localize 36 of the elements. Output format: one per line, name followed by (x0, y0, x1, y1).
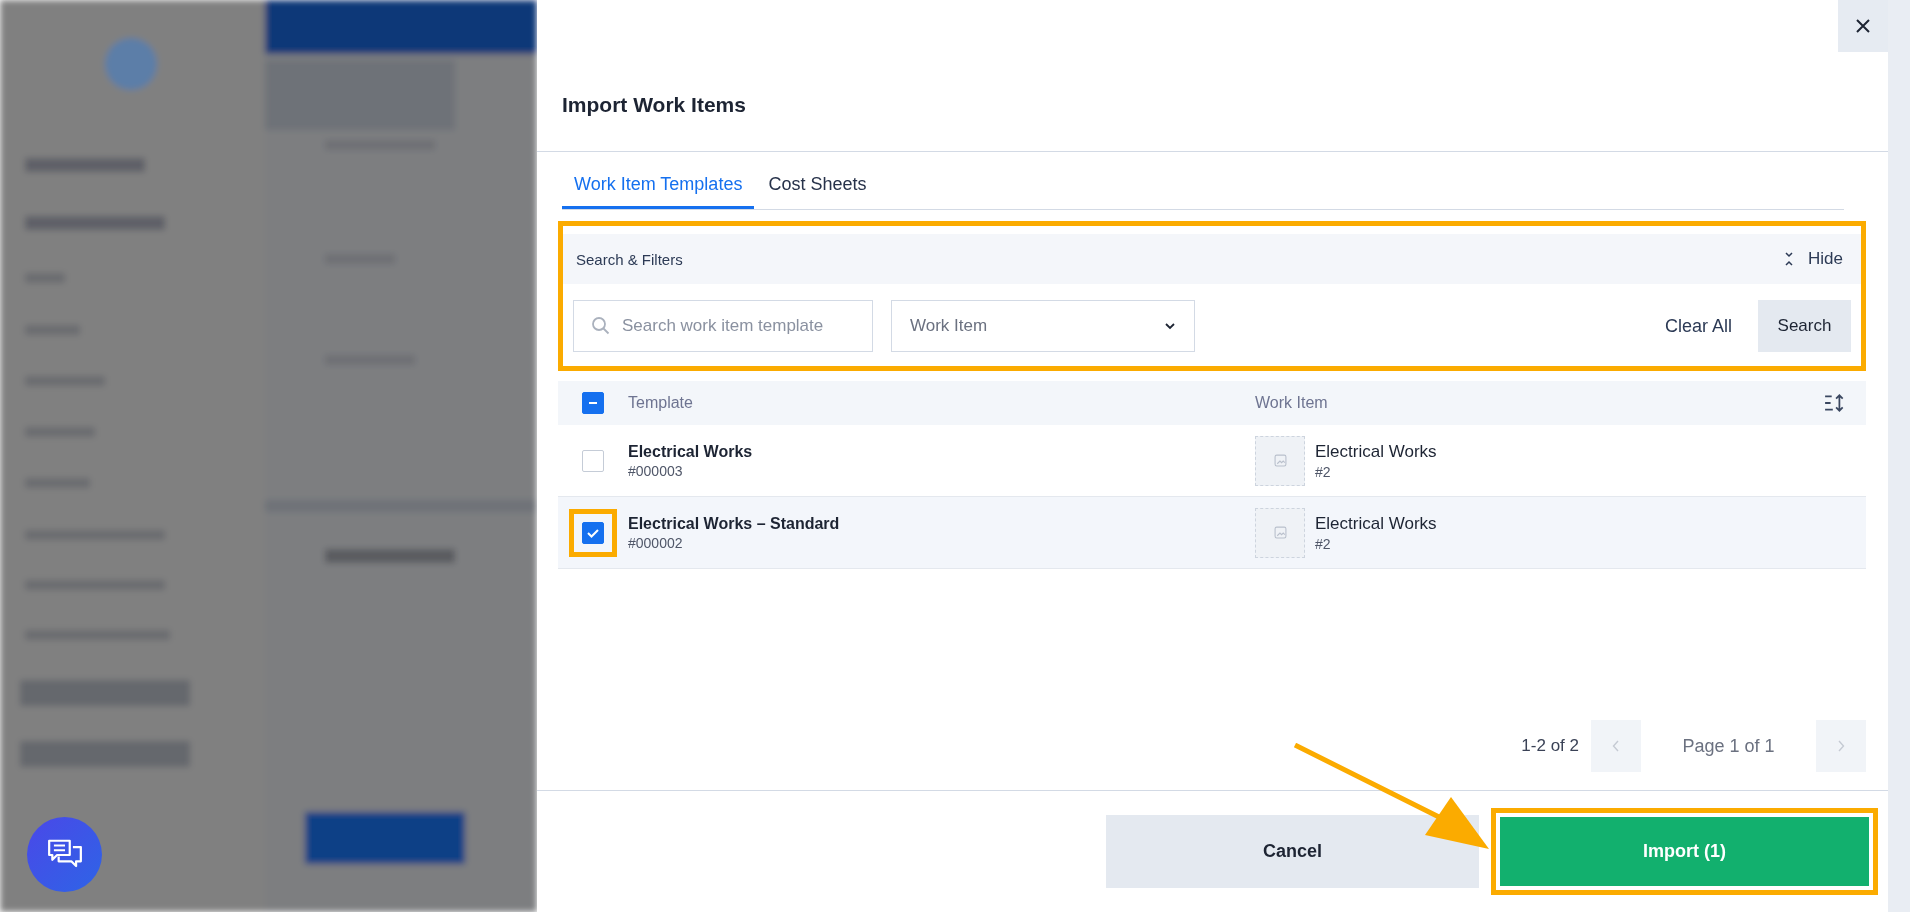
chevron-right-icon (1837, 740, 1845, 752)
table-row[interactable]: Electrical Works – Standard #000002 Electrical Works #2 (558, 497, 1866, 569)
collapse-icon (1784, 252, 1795, 266)
cancel-button[interactable]: Cancel (1106, 815, 1479, 888)
work-item-name: Electrical Works (1315, 513, 1437, 534)
work-item-dropdown[interactable]: Work Item (891, 300, 1195, 352)
chevron-down-icon (1164, 322, 1176, 330)
work-item-name: Electrical Works (1315, 441, 1437, 462)
clear-all-button[interactable]: Clear All (1656, 315, 1740, 337)
close-button[interactable] (1838, 0, 1888, 52)
template-code: #000003 (628, 462, 684, 479)
chevron-left-icon (1612, 740, 1620, 752)
search-field[interactable]: Search work item template (573, 300, 873, 352)
sort-icon (1824, 394, 1846, 412)
result-range: 1-2 of 2 (1521, 736, 1579, 756)
work-item-code: #2 (1315, 535, 1332, 552)
hide-button[interactable]: Hide (1784, 249, 1861, 269)
image-icon (1273, 454, 1287, 467)
select-all-checkbox[interactable] (582, 392, 604, 414)
tab[interactable]: Work Item Templates (562, 174, 755, 209)
row-checkbox[interactable] (582, 521, 604, 544)
column-header: Template (628, 394, 694, 412)
image-icon (1273, 526, 1287, 539)
template-code: #000002 (628, 534, 684, 551)
search-icon (591, 316, 611, 336)
work-item-code: #2 (1315, 463, 1332, 480)
minus-icon (589, 402, 597, 404)
column-header: Work Item (1255, 394, 1329, 412)
template-name: Electrical Works (628, 442, 754, 461)
row-checkbox[interactable] (582, 449, 604, 472)
template-name: Electrical Works – Standard (628, 514, 841, 533)
search-button[interactable]: Search (1758, 300, 1851, 352)
filter-title: Search & Filters (576, 250, 683, 268)
tab[interactable]: Cost Sheets (756, 174, 879, 209)
dialog-title: Import Work Items (562, 93, 746, 117)
page-indicator: Page 1 of 1 (1681, 735, 1776, 757)
